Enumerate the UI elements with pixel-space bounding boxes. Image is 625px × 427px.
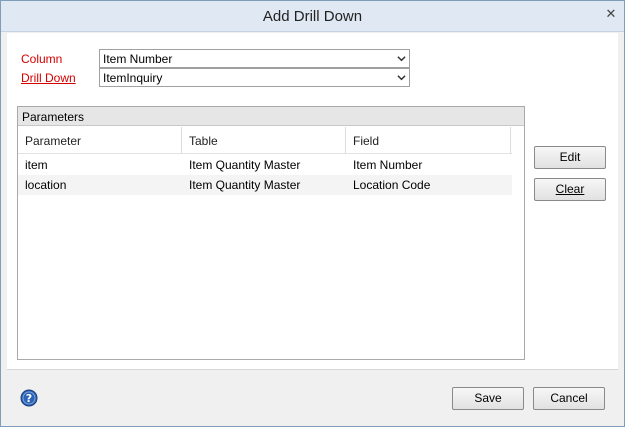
- cancel-button[interactable]: Cancel: [533, 387, 605, 410]
- parameters-title: Parameters: [22, 110, 85, 124]
- drilldown-combobox[interactable]: ItemInquiry: [99, 68, 410, 87]
- cell-parameter: location: [25, 178, 67, 192]
- clear-button[interactable]: Clear: [534, 178, 606, 201]
- column-header-field[interactable]: Field: [346, 127, 511, 154]
- edit-button[interactable]: Edit: [534, 146, 606, 169]
- column-header-parameter[interactable]: Parameter: [18, 127, 182, 154]
- dialog-body: Column Item Number Drill Down ItemInquir…: [7, 33, 618, 369]
- title-bar: Add Drill Down ✕: [1, 1, 624, 32]
- table-row[interactable]: item Item Quantity Master Item Number: [18, 155, 512, 175]
- close-icon[interactable]: ✕: [604, 7, 618, 21]
- save-button[interactable]: Save: [452, 387, 524, 410]
- parameters-group: Parameters Parameter Table Field item It…: [17, 106, 525, 360]
- column-combobox[interactable]: Item Number: [99, 49, 410, 68]
- window-title: Add Drill Down: [262, 8, 363, 25]
- cell-table: Item Quantity Master: [189, 158, 301, 172]
- parameters-column-header: Parameter Table Field: [18, 127, 512, 154]
- drilldown-value: ItemInquiry: [103, 71, 163, 85]
- cell-parameter: item: [25, 158, 48, 172]
- svg-text:?: ?: [26, 392, 32, 405]
- column-label: Column: [21, 52, 63, 66]
- drilldown-label[interactable]: Drill Down: [21, 71, 76, 85]
- cell-field: Item Number: [353, 158, 423, 172]
- footer-divider: [7, 369, 618, 370]
- column-value: Item Number: [103, 52, 173, 66]
- cell-table: Item Quantity Master: [189, 178, 301, 192]
- chevron-down-icon[interactable]: [397, 73, 406, 82]
- table-row[interactable]: location Item Quantity Master Location C…: [18, 175, 512, 195]
- chevron-down-icon[interactable]: [397, 54, 406, 63]
- parameters-header: Parameters: [18, 107, 524, 126]
- cell-field: Location Code: [353, 178, 431, 192]
- question-circle-icon[interactable]: ?: [20, 389, 38, 407]
- column-header-table[interactable]: Table: [182, 127, 346, 154]
- add-drill-down-dialog: Add Drill Down ✕ Column Item Number Dril…: [0, 0, 625, 427]
